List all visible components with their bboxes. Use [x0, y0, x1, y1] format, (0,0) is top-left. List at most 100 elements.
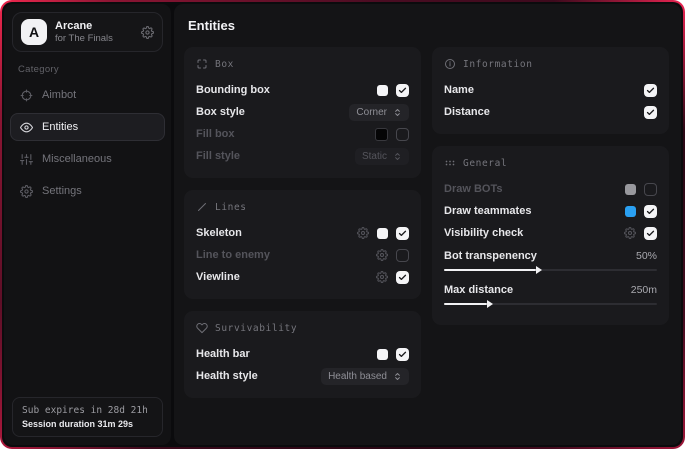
left-column: Box Bounding box Box — [184, 47, 421, 398]
grid-dots-icon — [444, 157, 456, 169]
check-icon — [646, 207, 655, 216]
max-distance-slider[interactable] — [444, 303, 657, 305]
row-label: Viewline — [196, 271, 240, 283]
slider-header: Bot transpenency 50% — [444, 246, 657, 265]
chevron-updown-icon — [393, 108, 402, 117]
max-distance-group: Max distance 250m — [444, 280, 657, 305]
color-swatch[interactable] — [377, 228, 388, 239]
sidebar-item-settings[interactable]: Settings — [10, 177, 165, 205]
row-controls — [625, 183, 657, 196]
gear-icon[interactable] — [376, 271, 388, 283]
check-icon — [398, 229, 407, 238]
draw-teammates-row: Draw teammates — [444, 200, 657, 222]
subscription-box: Sub expires in 28d 21h Session duration … — [12, 397, 163, 437]
color-swatch[interactable] — [375, 128, 388, 141]
row-controls — [624, 227, 657, 240]
row-label: Health bar — [196, 348, 250, 360]
eye-icon — [20, 121, 33, 134]
lines-card-header: Lines — [196, 201, 409, 213]
checkbox[interactable] — [396, 128, 409, 141]
fill-style-dropdown[interactable]: Static — [355, 148, 409, 165]
slider-fill[interactable] — [444, 269, 536, 271]
row-label: Draw BOTs — [444, 183, 502, 195]
gear-icon[interactable] — [376, 249, 388, 261]
check-icon — [398, 273, 407, 282]
main-panel: Entities Box Bounding box — [174, 4, 681, 445]
fill-box-row: Fill box — [196, 123, 409, 145]
checkbox[interactable] — [396, 227, 409, 240]
bot-transpenency-slider[interactable] — [444, 269, 657, 271]
row-label: Name — [444, 84, 474, 96]
sidebar-item-entities[interactable]: Entities — [10, 113, 165, 141]
line-to-enemy-row: Line to enemy — [196, 244, 409, 266]
check-icon — [398, 86, 407, 95]
checkbox[interactable] — [396, 249, 409, 262]
session-duration-text: Session duration 31m 29s — [22, 419, 153, 429]
sidebar-item-label: Entities — [42, 121, 78, 133]
box-style-row: Box style Corner — [196, 101, 409, 123]
row-label: Bounding box — [196, 84, 270, 96]
crosshair-icon — [20, 89, 33, 102]
color-swatch[interactable] — [625, 184, 636, 195]
box-style-dropdown[interactable]: Corner — [349, 104, 409, 121]
general-card-header: General — [444, 157, 657, 169]
row-controls — [376, 249, 409, 262]
checkbox[interactable] — [644, 205, 657, 218]
general-card: General Draw BOTs Draw teammates — [432, 146, 669, 325]
health-style-dropdown[interactable]: Health based — [321, 368, 409, 385]
dropdown-value: Health based — [328, 371, 387, 382]
color-swatch[interactable] — [377, 349, 388, 360]
gear-icon[interactable] — [624, 227, 636, 239]
sidebar-item-label: Settings — [42, 185, 82, 197]
checkbox[interactable] — [644, 227, 657, 240]
row-label: Skeleton — [196, 227, 242, 239]
card-title: General — [463, 158, 507, 169]
app-window: A Arcane for The Finals Category Aimbot … — [2, 2, 683, 447]
sidebar-item-miscellaneous[interactable]: Miscellaneous — [10, 145, 165, 173]
box-card: Box Bounding box Box — [184, 47, 421, 178]
bounding-box-row: Bounding box — [196, 79, 409, 101]
sidebar-item-aimbot[interactable]: Aimbot — [10, 81, 165, 109]
row-label: Line to enemy — [196, 249, 270, 261]
app-logo: A — [21, 19, 47, 45]
lines-card: Lines Skeleton — [184, 190, 421, 299]
corner-brackets-icon — [196, 58, 208, 70]
card-columns: Box Bounding box Box — [184, 47, 671, 398]
information-card-header: Information — [444, 58, 657, 70]
gear-icon[interactable] — [141, 26, 154, 39]
color-swatch[interactable] — [625, 206, 636, 217]
slider-header: Max distance 250m — [444, 280, 657, 299]
color-swatch[interactable] — [377, 85, 388, 96]
visibility-check-row: Visibility check — [444, 222, 657, 244]
checkbox[interactable] — [644, 106, 657, 119]
viewline-row: Viewline — [196, 266, 409, 288]
row-label: Distance — [444, 106, 490, 118]
check-icon — [398, 350, 407, 359]
card-title: Survivability — [215, 323, 297, 334]
check-icon — [646, 86, 655, 95]
skeleton-row: Skeleton — [196, 222, 409, 244]
checkbox[interactable] — [396, 348, 409, 361]
diagonal-line-icon — [196, 201, 208, 213]
checkbox[interactable] — [396, 84, 409, 97]
survivability-card: Survivability Health bar — [184, 311, 421, 398]
row-controls — [377, 84, 409, 97]
sub-expiry-text: Sub expires in 28d 21h — [22, 405, 153, 416]
checkbox[interactable] — [644, 84, 657, 97]
heart-icon — [196, 322, 208, 334]
sidebar-item-label: Miscellaneous — [42, 153, 112, 165]
health-style-row: Health style Health based — [196, 365, 409, 387]
fill-style-row: Fill style Static — [196, 145, 409, 167]
page-title: Entities — [188, 18, 671, 33]
checkbox[interactable] — [396, 271, 409, 284]
row-label: Bot transpenency — [444, 250, 537, 262]
name-row: Name — [444, 79, 657, 101]
app-name: Arcane — [55, 20, 133, 33]
row-label: Visibility check — [444, 227, 523, 239]
bot-transpenency-group: Bot transpenency 50% — [444, 246, 657, 271]
gear-icon[interactable] — [357, 227, 369, 239]
app-subtitle: for The Finals — [55, 33, 133, 45]
checkbox[interactable] — [644, 183, 657, 196]
row-controls — [625, 205, 657, 218]
slider-fill[interactable] — [444, 303, 487, 305]
